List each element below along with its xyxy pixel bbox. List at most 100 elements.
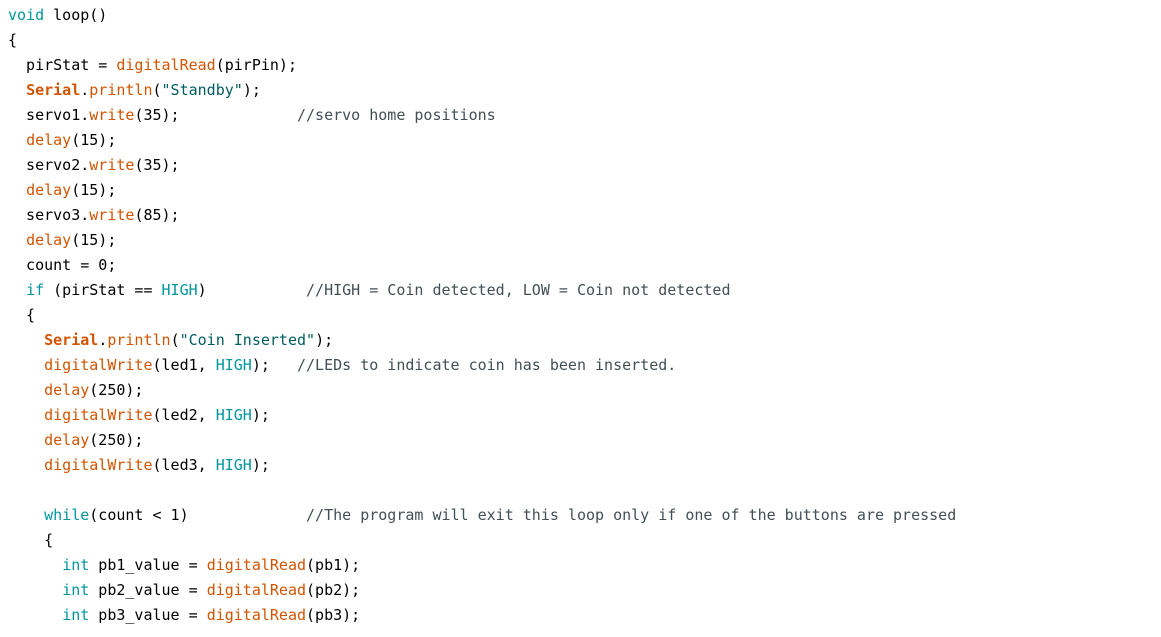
code-class: Serial xyxy=(44,331,99,349)
code-function: delay xyxy=(26,181,72,199)
code-text: { xyxy=(8,531,54,549)
code-function: write xyxy=(89,106,135,124)
code-constant: HIGH xyxy=(215,456,252,474)
code-constant: HIGH xyxy=(215,356,252,374)
code-text: (pb1); xyxy=(306,556,361,574)
code-line[interactable]: delay(250); xyxy=(0,378,1161,403)
code-line[interactable]: pirStat = digitalRead(pirPin); xyxy=(0,53,1161,78)
code-keyword: while xyxy=(44,506,90,524)
code-keyword: if xyxy=(26,281,45,299)
code-function: println xyxy=(107,331,171,349)
code-line[interactable]: digitalWrite(led2, HIGH); xyxy=(0,403,1161,428)
code-line[interactable]: if (pirStat == HIGH) //HIGH = Coin detec… xyxy=(0,278,1161,303)
code-line[interactable]: delay(15); xyxy=(0,228,1161,253)
code-line[interactable]: digitalWrite(led1, HIGH); //LEDs to indi… xyxy=(0,353,1161,378)
code-text: (led1, xyxy=(152,356,216,374)
code-constant: HIGH xyxy=(161,281,198,299)
code-class: Serial xyxy=(26,81,81,99)
code-line[interactable]: servo3.write(85); xyxy=(0,203,1161,228)
code-keyword: int xyxy=(62,556,90,574)
code-text: servo3. xyxy=(8,206,90,224)
code-keyword: int xyxy=(62,581,90,599)
code-comment: //The program will exit this loop only i… xyxy=(306,506,957,524)
code-function: digitalRead xyxy=(206,556,307,574)
code-function: delay xyxy=(26,131,72,149)
code-function: digitalWrite xyxy=(44,406,153,424)
code-constant: HIGH xyxy=(215,406,252,424)
code-line[interactable]: while(count < 1) //The program will exit… xyxy=(0,503,1161,528)
code-text: loop() xyxy=(44,6,108,24)
code-text: . xyxy=(80,81,90,99)
code-text: count = 0; xyxy=(8,256,117,274)
code-line[interactable]: servo1.write(35); //servo home positions xyxy=(0,103,1161,128)
code-text: ( xyxy=(170,331,180,349)
code-text: (35); xyxy=(134,106,297,124)
code-line[interactable]: int pb3_value = digitalRead(pb3); xyxy=(0,603,1161,628)
code-line[interactable]: void loop() xyxy=(0,3,1161,28)
code-editor[interactable]: void loop() { pirStat = digitalRead(pirPi… xyxy=(0,0,1161,637)
code-line[interactable]: delay(250); xyxy=(0,428,1161,453)
code-text: pirStat = xyxy=(8,56,117,74)
code-text: (count < 1) xyxy=(89,506,307,524)
code-comment: //servo home positions xyxy=(297,106,496,124)
code-string: "Coin Inserted" xyxy=(179,331,316,349)
code-line[interactable]: int pb1_value = digitalRead(pb1); xyxy=(0,553,1161,578)
code-text: (led3, xyxy=(152,456,216,474)
code-line[interactable]: Serial.println("Coin Inserted"); xyxy=(0,328,1161,353)
code-line[interactable]: { xyxy=(0,528,1161,553)
code-function: write xyxy=(89,156,135,174)
code-text: ); xyxy=(251,356,297,374)
code-text: (pirStat == xyxy=(44,281,162,299)
code-line[interactable]: servo2.write(35); xyxy=(0,153,1161,178)
code-text: { xyxy=(8,31,18,49)
code-comment: //LEDs to indicate coin has been inserte… xyxy=(297,356,677,374)
code-text: (pb2); xyxy=(306,581,361,599)
code-text: . xyxy=(98,331,108,349)
code-text: ); xyxy=(251,456,270,474)
code-line[interactable]: { xyxy=(0,28,1161,53)
code-function: digitalWrite xyxy=(44,456,153,474)
code-text: (pb3); xyxy=(306,606,361,624)
code-line[interactable]: int pb2_value = digitalRead(pb2); xyxy=(0,578,1161,603)
code-keyword: int xyxy=(62,606,90,624)
code-line[interactable]: digitalWrite(led3, HIGH); xyxy=(0,453,1161,478)
code-function: digitalRead xyxy=(206,606,307,624)
code-comment: //HIGH = Coin detected, LOW = Coin not d… xyxy=(306,281,731,299)
code-text: pb2_value = xyxy=(89,581,207,599)
code-text: ); xyxy=(242,81,261,99)
code-line[interactable]: count = 0; xyxy=(0,253,1161,278)
code-text: (250); xyxy=(89,431,144,449)
code-text: { xyxy=(8,306,36,324)
code-text: (35); xyxy=(134,156,180,174)
code-line[interactable]: delay(15); xyxy=(0,128,1161,153)
code-string: "Standby" xyxy=(161,81,243,99)
code-line[interactable]: Serial.println("Standby"); xyxy=(0,78,1161,103)
code-function: digitalWrite xyxy=(44,356,153,374)
code-text: servo1. xyxy=(8,106,90,124)
code-text: (15); xyxy=(71,131,117,149)
code-text: (led2, xyxy=(152,406,216,424)
code-line[interactable]: delay(15); xyxy=(0,178,1161,203)
code-text: (15); xyxy=(71,231,117,249)
code-function: digitalRead xyxy=(206,581,307,599)
code-function: println xyxy=(89,81,153,99)
code-line[interactable] xyxy=(0,478,1161,503)
code-line[interactable]: { xyxy=(0,303,1161,328)
code-text: ( xyxy=(152,81,162,99)
code-keyword: void xyxy=(8,6,45,24)
